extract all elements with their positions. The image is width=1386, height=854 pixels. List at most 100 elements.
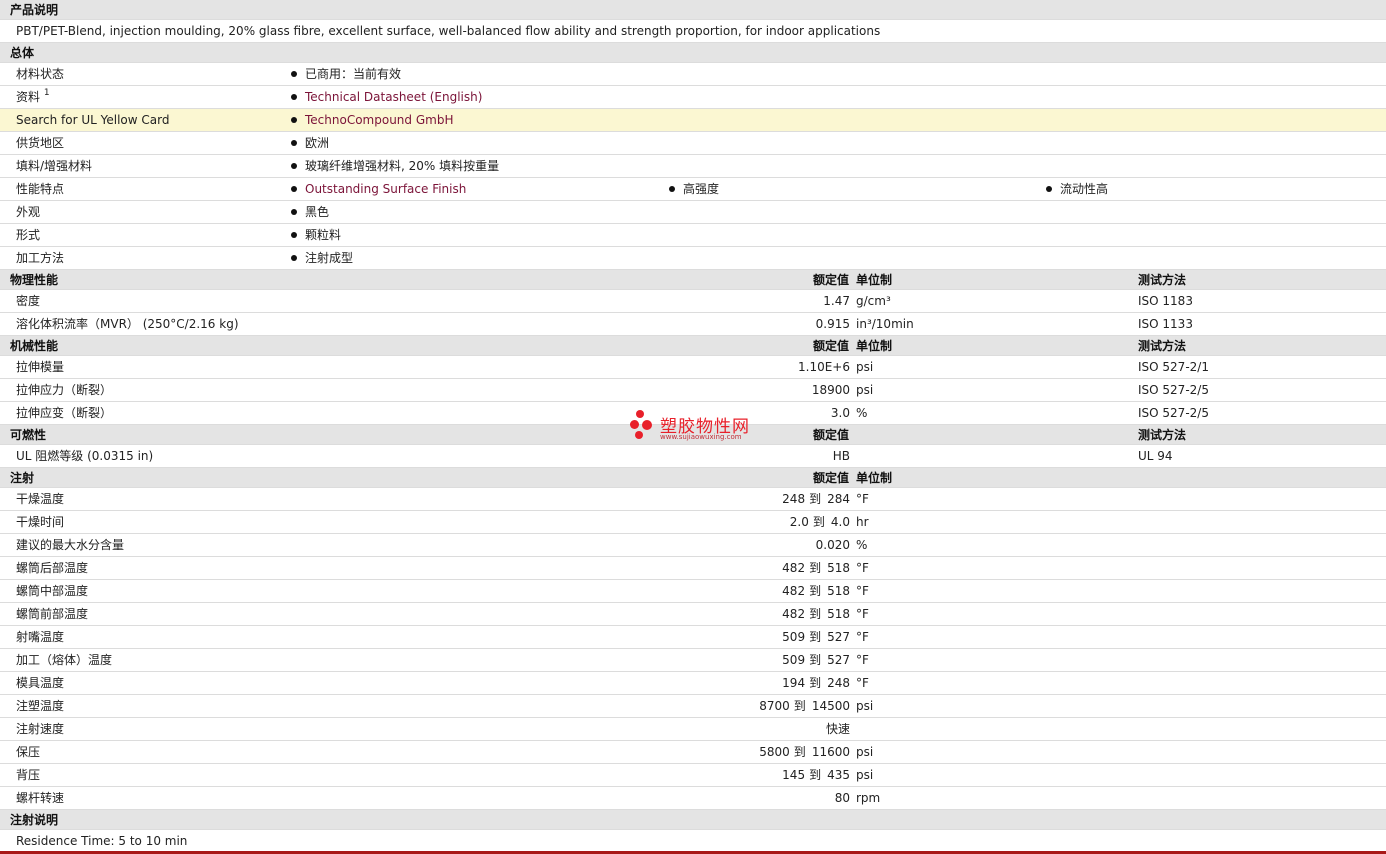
general-row-form: 形式 颗粒料 <box>0 224 1386 247</box>
bullet-icon <box>291 254 297 261</box>
unit-value: °F <box>856 607 869 621</box>
unit-value: psi <box>856 699 874 713</box>
row-label: 建议的最大水分含量 <box>16 538 125 552</box>
nominal-range: 482 到 518 <box>782 603 850 625</box>
row-value: 颗粒料 <box>291 224 341 246</box>
row-label: 射嘴温度 <box>16 630 65 644</box>
row-label: 干燥温度 <box>16 492 65 506</box>
row-value: 黑色 <box>291 201 329 223</box>
nominal-range: 482 到 518 <box>782 580 850 602</box>
unit-value: °F <box>856 676 869 690</box>
unit-value: % <box>856 538 868 552</box>
range-to-word: 到 <box>809 676 822 690</box>
range-to-word: 到 <box>793 745 806 759</box>
bullet-icon <box>669 185 675 192</box>
feature-link[interactable]: Outstanding Surface Finish <box>305 182 466 196</box>
property-row: UL 阻燃等级 (0.0315 in) HB UL 94 <box>0 445 1386 468</box>
range-from: 482 <box>782 607 806 621</box>
test-method-value: ISO 527-2/5 <box>1138 383 1209 397</box>
bullet-icon <box>291 139 297 146</box>
property-row: 拉伸应力（断裂） 18900 psi ISO 527-2/5 <box>0 379 1386 402</box>
injection-notes-text: Residence Time: 5 to 10 min <box>16 834 188 848</box>
row-label: 拉伸应变（断裂） <box>16 406 113 420</box>
section-title: 总体 <box>10 46 35 60</box>
nominal-value: 快速 <box>825 722 850 736</box>
bullet-icon <box>291 116 297 123</box>
injection-row: 模具温度 194 到 248 °F <box>0 672 1386 695</box>
row-label: 螺筒中部温度 <box>16 584 89 598</box>
units-header: 单位制 <box>856 471 893 485</box>
value-text: 高强度 <box>683 182 720 196</box>
unit-value: hr <box>856 515 869 529</box>
row-label: 资料 1 <box>16 86 50 110</box>
range-from: 509 <box>782 630 806 644</box>
range-to-word: 到 <box>809 561 822 575</box>
range-from: 8700 <box>759 699 790 713</box>
value-text: 玻璃纤维增强材料, 20% 填料按重量 <box>305 159 500 173</box>
range-to-word: 到 <box>809 768 822 782</box>
row-label: 供货地区 <box>16 136 65 150</box>
row-value: 玻璃纤维增强材料, 20% 填料按重量 <box>291 155 499 177</box>
row-value: TechnoCompound GmbH <box>291 109 453 131</box>
nominal-header: 额定值 <box>812 428 849 442</box>
test-method-value: UL 94 <box>1138 449 1173 463</box>
general-row-appearance: 外观 黑色 <box>0 201 1386 224</box>
value-text: 颗粒料 <box>305 228 342 242</box>
row-value: 已商用：当前有效 <box>291 63 401 85</box>
range-to-word: 到 <box>809 492 822 506</box>
range-from: 248 <box>782 492 806 506</box>
section-title: 注射 <box>10 471 35 485</box>
value-text: 欧洲 <box>305 136 330 150</box>
bullet-icon <box>1046 185 1052 192</box>
nominal-value: 0.915 <box>815 317 850 331</box>
section-title: 产品说明 <box>10 3 59 17</box>
watermark-logo-icon <box>628 410 656 440</box>
nominal-value: 1.47 <box>823 294 850 308</box>
unit-value: psi <box>856 383 874 397</box>
range-from: 482 <box>782 584 806 598</box>
technical-datasheet-link[interactable]: Technical Datasheet (English) <box>305 90 482 104</box>
range-to: 527 <box>827 630 850 644</box>
nominal-header: 额定值 <box>812 273 849 287</box>
range-to: 11600 <box>811 745 850 759</box>
row-label: 填料/增强材料 <box>16 159 93 173</box>
property-row: 拉伸模量 1.10E+6 psi ISO 527-2/1 <box>0 356 1386 379</box>
range-to-word: 到 <box>809 630 822 644</box>
bullet-icon <box>291 231 297 238</box>
injection-row: 保压 5800 到 11600 psi <box>0 741 1386 764</box>
nominal-range: 194 到 248 <box>782 672 850 694</box>
injection-row: 注射速度 快速 <box>0 718 1386 741</box>
property-row: 溶化体积流率（MVR） (250°C/2.16 kg) 0.915 in³/10… <box>0 313 1386 336</box>
general-row-features: 性能特点 Outstanding Surface Finish 高强度 流动性高 <box>0 178 1386 201</box>
units-header: 单位制 <box>856 339 893 353</box>
nominal-header: 额定值 <box>812 339 849 353</box>
section-physical: 物理性能 额定值 单位制 测试方法 <box>0 270 1386 290</box>
range-from: 509 <box>782 653 806 667</box>
row-value: 高强度 <box>669 178 719 200</box>
injection-notes-row: Residence Time: 5 to 10 min <box>0 830 1386 851</box>
general-row-docs: 资料 1 Technical Datasheet (English) <box>0 86 1386 109</box>
section-injection: 注射 额定值 单位制 <box>0 468 1386 488</box>
row-label: 注射速度 <box>16 722 65 736</box>
row-label: UL 阻燃等级 (0.0315 in) <box>16 449 154 463</box>
supplier-link[interactable]: TechnoCompound GmbH <box>305 113 453 127</box>
range-to: 527 <box>827 653 850 667</box>
description-text: PBT/PET-Blend, injection moulding, 20% g… <box>16 24 881 38</box>
section-title: 物理性能 <box>10 273 59 287</box>
range-from: 2.0 <box>789 515 809 529</box>
injection-row: 干燥时间 2.0 到 4.0 hr <box>0 511 1386 534</box>
nominal-range: 145 到 435 <box>782 764 850 786</box>
value-text: 黑色 <box>305 205 330 219</box>
test-method-header: 测试方法 <box>1138 273 1187 287</box>
unit-value: % <box>856 406 868 420</box>
value-text: 注射成型 <box>305 251 354 265</box>
section-title: 注射说明 <box>10 813 59 827</box>
ul-yellow-card-search-link[interactable]: Search for UL Yellow Card <box>16 109 169 131</box>
nominal-value: 18900 <box>811 383 850 397</box>
range-to-word: 到 <box>809 607 822 621</box>
test-method-header: 测试方法 <box>1138 428 1187 442</box>
range-from: 194 <box>782 676 806 690</box>
unit-value: psi <box>856 745 874 759</box>
unit-value: psi <box>856 768 874 782</box>
bullet-icon <box>291 93 297 100</box>
